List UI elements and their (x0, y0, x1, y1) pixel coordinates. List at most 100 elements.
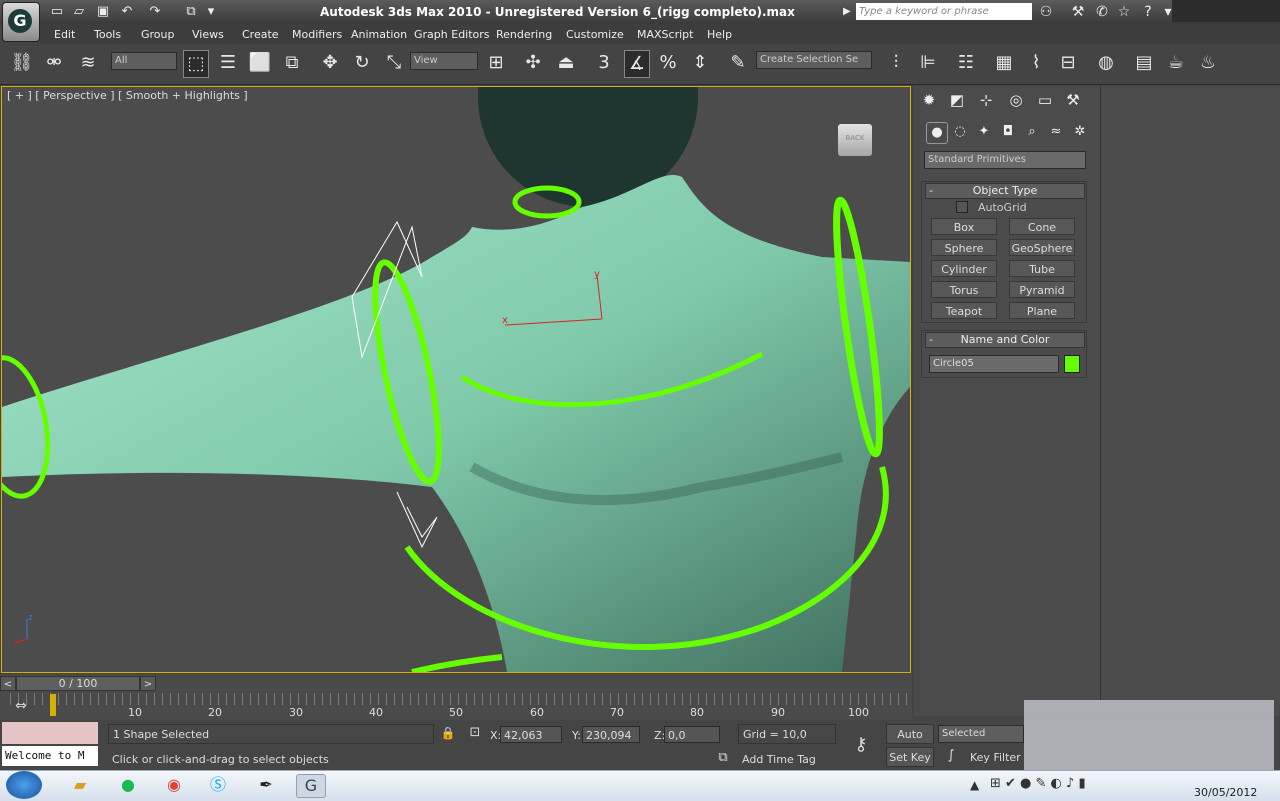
geometry-category-icon[interactable]: ● (926, 122, 948, 144)
rendered-frame-window-icon[interactable]: ☕ (1164, 50, 1188, 76)
space-warps-category-icon[interactable]: ≈ (1046, 122, 1066, 142)
create-pyramid-button[interactable]: Pyramid (1009, 281, 1075, 298)
explorer-taskbar-icon[interactable]: ▰ (66, 774, 94, 796)
rectangular-selection-region-icon[interactable]: ⬜ (248, 50, 272, 76)
select-by-name-icon[interactable]: ☰ (216, 50, 240, 76)
object-category-dropdown[interactable]: Standard Primitives (924, 151, 1086, 169)
select-and-move-icon[interactable]: ✥ (318, 50, 342, 76)
pen-app-taskbar-icon[interactable]: ✒ (252, 774, 280, 796)
edit-named-selection-icon[interactable]: ✎ (726, 50, 750, 76)
3dsmax-taskbar-icon[interactable]: G (296, 774, 326, 798)
time-slider[interactable]: 0 / 100 (16, 676, 140, 691)
save-file-icon[interactable]: ▣ (94, 4, 112, 20)
utilities-tab-icon[interactable]: ⚒ (1062, 90, 1084, 110)
select-and-scale-icon[interactable]: ⤡ (382, 50, 406, 76)
material-editor-icon[interactable]: ◍ (1094, 50, 1118, 76)
autogrid-checkbox[interactable] (956, 201, 968, 213)
menu-help[interactable]: Help (707, 28, 732, 41)
object-type-rollout-title[interactable]: Object Type (925, 183, 1085, 199)
menu-rendering[interactable]: Rendering (496, 28, 552, 41)
start-button[interactable] (6, 771, 42, 799)
menu-animation[interactable]: Animation (351, 28, 407, 41)
create-sphere-button[interactable]: Sphere (931, 239, 997, 256)
auto-key-button[interactable]: Auto Key (886, 724, 934, 761)
motion-tab-icon[interactable]: ◎ (1005, 90, 1027, 110)
key-mode-dropdown[interactable]: Selected (938, 725, 1024, 743)
app-menu-button[interactable]: G (2, 2, 40, 42)
current-frame-marker[interactable] (50, 694, 56, 716)
binoculars-icon[interactable]: ⚇ (1036, 3, 1056, 21)
angle-snap-icon[interactable]: ∡ (624, 50, 650, 78)
systems-category-icon[interactable]: ✲ (1070, 122, 1090, 142)
track-bar[interactable] (10, 693, 910, 705)
favorites-star-icon[interactable]: ☆ (1114, 3, 1134, 21)
object-color-swatch[interactable] (1064, 355, 1080, 373)
unlink-selection-icon[interactable]: ⚮ (42, 50, 66, 76)
mirror-icon[interactable]: ⫶ (884, 50, 908, 76)
create-torus-button[interactable]: Torus (931, 281, 997, 298)
menu-edit[interactable]: Edit (54, 28, 75, 41)
select-object-icon[interactable]: ⬚ (183, 50, 209, 78)
helpers-category-icon[interactable]: ⌕ (1022, 122, 1042, 142)
layer-manager-icon[interactable]: ☷ (954, 50, 978, 76)
graphite-modeling-tools-icon[interactable]: ▦ (992, 50, 1016, 76)
set-keys-key-icon[interactable]: ⚷ (846, 730, 876, 760)
hierarchy-tab-icon[interactable]: ⊹ (975, 90, 997, 110)
shapes-category-icon[interactable]: ◌ (950, 122, 970, 142)
menu-group[interactable]: Group (141, 28, 175, 41)
chrome-taskbar-icon[interactable]: ◉ (160, 774, 188, 796)
new-file-icon[interactable]: ▭ (48, 4, 66, 20)
menu-views[interactable]: Views (192, 28, 224, 41)
select-and-rotate-icon[interactable]: ↻ (350, 50, 374, 76)
bind-to-space-warp-icon[interactable]: ≋ (76, 50, 100, 76)
align-icon[interactable]: ⊫ (916, 50, 940, 76)
project-folder-icon[interactable]: ⧉ (182, 4, 200, 20)
render-setup-icon[interactable]: ▤ (1132, 50, 1156, 76)
named-selection-set-dropdown[interactable]: Create Selection Se (756, 51, 872, 69)
keyboard-shortcut-override-icon[interactable]: ⏏ (554, 50, 578, 76)
show-hidden-icons[interactable]: ▲ (970, 778, 979, 792)
maxscript-mini-listener[interactable]: Welcome to M (2, 746, 98, 766)
snaps-toggle-button[interactable]: 3 (592, 50, 616, 76)
create-box-button[interactable]: Box (931, 218, 997, 235)
selection-filter-dropdown[interactable]: All (111, 52, 177, 70)
time-slider-next-icon[interactable]: > (140, 676, 156, 691)
cameras-category-icon[interactable]: ◘ (998, 122, 1018, 142)
menu-graph-editors[interactable]: Graph Editors (414, 28, 490, 41)
undo-icon[interactable]: ↶ (118, 4, 136, 20)
object-type-collapse-toggle[interactable]: - (929, 184, 933, 197)
viewport-label-menu[interactable]: [ + ] [ Perspective ] [ Smooth + Highlig… (7, 89, 248, 102)
menu-create[interactable]: Create (242, 28, 279, 41)
infocenter-expand-icon[interactable]: ▶ (843, 4, 853, 20)
absolute-mode-icon[interactable]: ⊡ (466, 725, 484, 743)
redo-icon[interactable]: ↷ (146, 4, 164, 20)
subscription-icon[interactable]: ⚒ (1068, 3, 1088, 21)
perspective-viewport[interactable]: x y z (1, 86, 911, 673)
create-geosphere-button[interactable]: GeoSphere (1009, 239, 1075, 256)
set-key-button[interactable]: Set Key (886, 747, 934, 767)
display-tab-icon[interactable]: ▭ (1034, 90, 1056, 110)
x-coordinate-field[interactable]: 42,063 (500, 726, 562, 743)
select-and-link-icon[interactable]: ⛓ (10, 50, 34, 76)
maxscript-listener-pink[interactable] (2, 722, 98, 744)
key-filters-button[interactable]: Key Filter (970, 748, 1026, 768)
open-file-icon[interactable]: ▱ (70, 4, 88, 20)
z-coordinate-field[interactable]: 0,0 (664, 726, 720, 743)
communication-icon[interactable]: ✆ (1092, 3, 1112, 21)
menu-customize[interactable]: Customize (566, 28, 624, 41)
help-icon[interactable]: ? (1138, 3, 1158, 21)
spinner-snap-icon[interactable]: ⇕ (688, 50, 712, 76)
quick-access-dropdown-icon[interactable]: ▾ (202, 4, 220, 20)
name-and-color-rollout-title[interactable]: Name and Color (925, 332, 1085, 348)
select-and-manipulate-icon[interactable]: ✣ (521, 50, 545, 76)
reference-coordinate-dropdown[interactable]: View (410, 52, 478, 70)
percent-snap-icon[interactable]: % (656, 50, 680, 76)
object-name-field[interactable]: Circle05 (929, 355, 1059, 373)
default-tangent-icon[interactable]: ∫ (940, 748, 962, 766)
adaptive-degradation-icon[interactable]: ⧉ (714, 750, 732, 768)
create-tab-icon[interactable]: ✹ (918, 90, 940, 110)
spotify-taskbar-icon[interactable]: ● (114, 774, 142, 796)
menu-tools[interactable]: Tools (94, 28, 121, 41)
y-coordinate-field[interactable]: 230,094 (582, 726, 640, 743)
use-pivot-center-icon[interactable]: ⊞ (484, 50, 508, 76)
